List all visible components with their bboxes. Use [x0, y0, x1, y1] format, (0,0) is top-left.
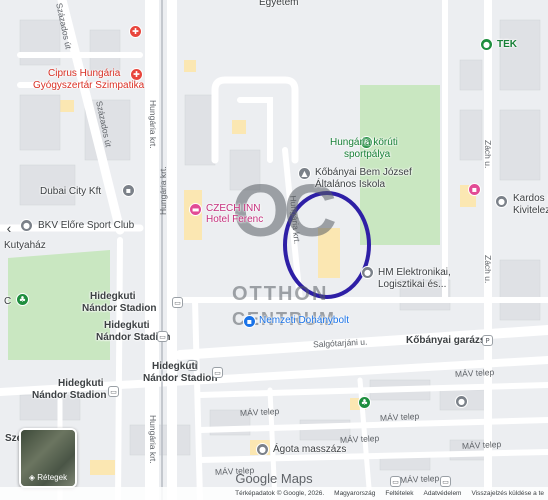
road-label-zach: Zách u. [483, 255, 493, 284]
poi-kardos-2[interactable]: Kivitelez [513, 205, 548, 216]
road-label-mav: MÁV telep [379, 410, 420, 424]
hospital-icon[interactable]: ✚ [129, 25, 142, 38]
road-label-mav: MÁV telep [239, 405, 280, 419]
feedback-link[interactable]: Visszajelzés küldése a te [471, 490, 544, 497]
bus-stop-icon[interactable]: ▭ [172, 297, 183, 308]
park-icon[interactable]: ♣ [358, 396, 371, 409]
road-label-mav: MÁV telep [454, 366, 495, 380]
bus-stop-icon[interactable]: ▭ [157, 331, 168, 342]
poi-kutyahaz[interactable]: Kutyaház [4, 240, 46, 251]
poi-hm-1[interactable]: HM Elektronikai, [378, 267, 451, 278]
poi-kobanyai-garazs[interactable]: Kőbányai garázs [406, 335, 485, 346]
road-label-zach: Zách u. [483, 140, 493, 169]
poi-tek[interactable]: TEK [497, 39, 517, 50]
shop-icon[interactable]: ▪ [243, 315, 256, 328]
map-footer: Térképadatok © Google, 2026. Magyarorszá… [0, 487, 548, 500]
poi-kardos-1[interactable]: Kardos I [513, 193, 548, 204]
map-view[interactable]: OC OTTHON CENTRUM Százados út Százados ú… [0, 0, 548, 500]
poi-hm-2[interactable]: Logisztikai és... [378, 279, 446, 290]
park-hungaria-sportpalya [360, 85, 440, 245]
shop-icon[interactable]: ▪ [468, 183, 481, 196]
road-label-hungaria: Hungária krt. [148, 415, 158, 464]
parking-icon[interactable]: P [482, 335, 493, 346]
poi-c-fragment: C [4, 296, 12, 307]
poi-bkv[interactable]: BKV Előre Sport Club [38, 220, 134, 231]
google-maps-logo: Google Maps [235, 471, 313, 486]
watermark-line1: OTTHON [232, 283, 329, 305]
park-icon[interactable]: ♣ [16, 293, 29, 306]
poi-school-1[interactable]: Kőbányai Bem József [315, 167, 412, 178]
poi-hidegkuti-3a[interactable]: Hidegkuti [152, 361, 198, 372]
poi-school-2[interactable]: Általános Iskola [315, 179, 385, 190]
place-icon[interactable]: ● [495, 195, 508, 208]
poi-hungaria-park-1[interactable]: Hungária körúti [330, 137, 398, 148]
poi-czech-1[interactable]: CZECH INN [206, 203, 260, 214]
poi-czech-2[interactable]: Hotel Ferenc [206, 214, 263, 225]
poi-hungaria-park-2[interactable]: sportpálya [344, 149, 390, 160]
chevron-left-icon[interactable]: ‹ [2, 218, 16, 238]
tek-icon[interactable]: ● [480, 38, 493, 51]
school-icon[interactable]: ▲ [298, 167, 311, 180]
road-label-hungaria: Hungária krt. [148, 100, 158, 149]
poi-hidegkuti-4b[interactable]: Nándor Stadion [32, 390, 106, 401]
terms-link[interactable]: Feltételek [385, 490, 413, 497]
shop-icon[interactable]: ▪ [122, 184, 135, 197]
hotel-icon[interactable]: ▬ [189, 203, 202, 216]
poi-egyetem[interactable]: Egyetem [259, 0, 298, 8]
poi-dubai[interactable]: Dubai City Kft [40, 186, 101, 197]
country-link[interactable]: Magyarország [334, 490, 375, 497]
poi-hidegkuti-1a[interactable]: Hidegkuti [90, 291, 136, 302]
poi-hidegkuti-3b[interactable]: Nándor Stadion [143, 373, 217, 384]
road-label-mav: MÁV telep [461, 438, 502, 452]
massage-icon[interactable]: ● [256, 443, 269, 456]
road-label-hungaria: Hungária krt. [158, 166, 168, 215]
poi-ciprus-1[interactable]: Ciprus Hungária [48, 68, 120, 79]
place-icon[interactable]: ● [455, 395, 468, 408]
privacy-link[interactable]: Adatvédelem [424, 490, 462, 497]
poi-ciprus-2[interactable]: Gyógyszertár Szimpatika [33, 80, 144, 91]
sports-icon[interactable]: ● [20, 219, 33, 232]
bus-stop-icon[interactable]: ▭ [108, 386, 119, 397]
bus-stop-icon[interactable]: ▭ [212, 367, 223, 378]
company-icon[interactable]: ● [361, 266, 374, 279]
poi-agota[interactable]: Ágota masszázs [273, 444, 346, 455]
imagery-credit: Térképadatok © Google, 2026. [235, 490, 325, 497]
poi-hidegkuti-4a[interactable]: Hidegkuti [58, 378, 104, 389]
poi-hidegkuti-1b[interactable]: Nándor Stadion [82, 303, 156, 314]
poi-dohanybolt[interactable]: Nemzeti Dohánybolt [259, 315, 349, 326]
poi-hidegkuti-2a[interactable]: Hidegkuti [104, 320, 150, 331]
